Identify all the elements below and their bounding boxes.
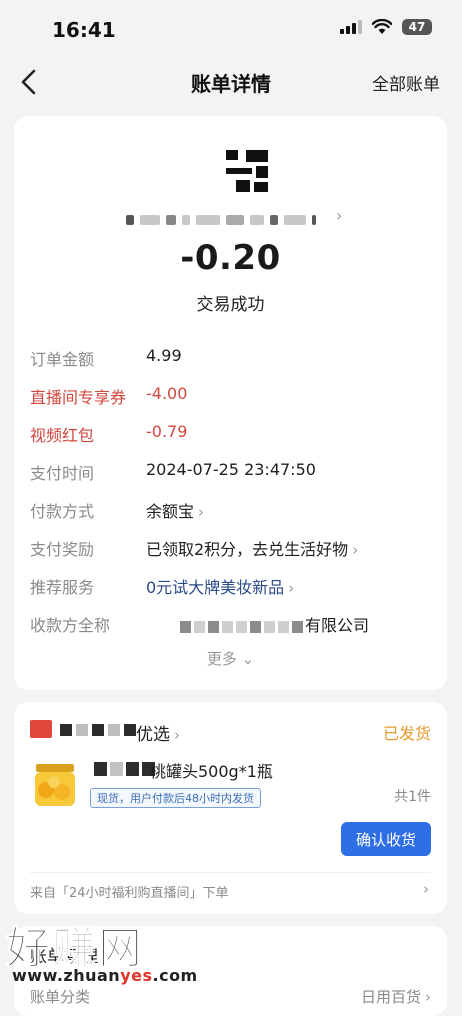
bill-summary-card: › -0.20 交易成功 订单金额 4.99 直播间专享券 -4.00 视频红包… [14, 116, 447, 690]
detail-row-order-amount: 订单金额 4.99 [30, 346, 431, 370]
chevron-right-icon: › [174, 726, 180, 744]
nav-bar: 账单详情 全部账单 [0, 56, 462, 108]
delivery-tag: 现货，用户付款后48小时内发货 [90, 788, 261, 808]
chevron-right-icon: › [288, 579, 295, 597]
all-bills-link[interactable]: 全部账单 [372, 70, 440, 95]
chevron-right-icon: › [423, 880, 429, 898]
detail-label: 支付时间 [30, 464, 95, 483]
detail-label: 推荐服务 [30, 578, 95, 597]
detail-row-pay-method[interactable]: 付款方式 余额宝 › [30, 498, 431, 522]
detail-value: 已领取2积分，去兑生活好物 › [146, 540, 359, 559]
detail-row-coupon: 直播间专享券 -4.00 [30, 384, 431, 408]
payee-name-redacted [180, 620, 303, 633]
shop-name-link[interactable]: 优选 › [136, 720, 180, 745]
detail-value: 4.99 [146, 346, 182, 365]
divider [30, 872, 431, 873]
status-bar: 16:41 47 [0, 0, 462, 56]
detail-label: 直播间专享券 [30, 388, 127, 407]
order-card: 优选 › 已发货 桃罐头500g*1瓶 现货，用户付款后48小时内发货 共1件 确… [14, 702, 447, 914]
detail-row-payee: 收款方全称 有限公司 [30, 612, 431, 636]
detail-row-red-packet: 视频红包 -0.79 [30, 422, 431, 446]
detail-row-pay-time: 支付时间 2024-07-25 23:47:50 [30, 460, 431, 484]
chevron-right-icon: › [198, 503, 205, 521]
detail-label: 收款方全称 [30, 616, 111, 635]
bill-management-card: 账单管理 账单分类 日用百货 › [14, 926, 447, 1016]
product-image[interactable] [30, 760, 80, 808]
detail-label: 视频红包 [30, 426, 95, 445]
detail-value: 有限公司 [180, 612, 369, 636]
detail-label: 付款方式 [30, 502, 95, 521]
product-title-redacted [94, 762, 155, 776]
merchant-chevron-icon: › [336, 206, 343, 225]
battery-icon: 47 [402, 19, 432, 35]
chevron-down-icon: ⌄ [241, 650, 255, 668]
detail-value: 0元试大牌美妆新品 › [146, 578, 295, 597]
item-quantity: 共1件 [394, 789, 431, 805]
wifi-icon [372, 19, 392, 34]
transaction-status: 交易成功 [196, 295, 265, 315]
bill-management-title: 账单管理 [30, 947, 98, 967]
transaction-amount: -0.20 [180, 238, 281, 278]
product-title[interactable]: 桃罐头500g*1瓶 [150, 758, 273, 782]
detail-label: 订单金额 [30, 350, 95, 369]
detail-value: 余额宝 › [146, 502, 205, 521]
detail-value: -0.79 [146, 422, 188, 441]
detail-row-reward[interactable]: 支付奖励 已领取2积分，去兑生活好物 › [30, 536, 431, 560]
merchant-logo [226, 150, 268, 192]
cellular-signal-icon [340, 20, 362, 34]
detail-value: 2024-07-25 23:47:50 [146, 460, 316, 479]
order-status-badge: 已发货 [382, 724, 431, 743]
confirm-receipt-button[interactable]: 确认收货 [341, 822, 431, 856]
detail-row-recommend[interactable]: 推荐服务 0元试大牌美妆新品 › [30, 574, 431, 598]
detail-label: 支付奖励 [30, 540, 95, 559]
status-icons: 47 [340, 19, 432, 35]
chevron-right-icon: › [425, 988, 431, 1006]
bill-category-value[interactable]: 日用百货 › [361, 986, 431, 1007]
bill-category-label: 账单分类 [30, 988, 91, 1006]
chevron-right-icon: › [352, 541, 359, 559]
merchant-name-redacted[interactable] [126, 210, 336, 230]
detail-value: -4.00 [146, 384, 188, 403]
order-source[interactable]: 来自「24小时福利购直播间」下单 [30, 882, 229, 901]
shop-logo [30, 720, 52, 738]
show-more-button[interactable]: 更多 ⌄ [14, 648, 447, 669]
shop-name-redacted [60, 724, 136, 736]
status-time: 16:41 [52, 18, 116, 42]
